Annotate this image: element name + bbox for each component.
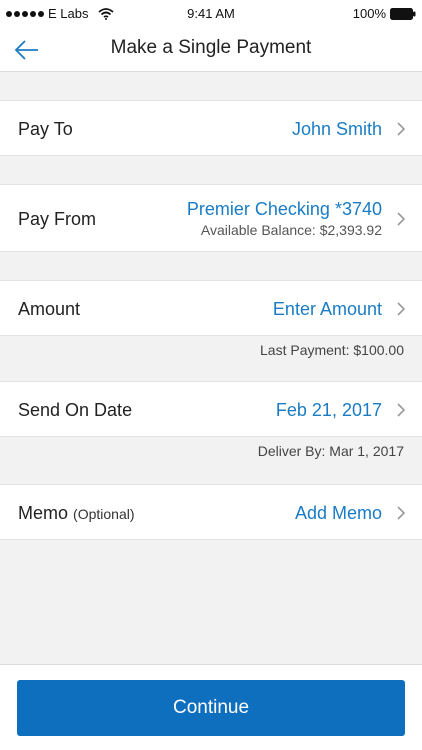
available-balance: Available Balance: $2,393.92 (200, 222, 382, 238)
pay-from-label: Pay From (18, 209, 97, 229)
chevron-right-icon (397, 212, 406, 226)
memo-optional-text: (Optional) (73, 506, 135, 522)
amount-row[interactable]: Amount Enter Amount (0, 280, 422, 336)
page-title: Make a Single Payment (110, 37, 312, 58)
pay-to-row[interactable]: Pay To John Smith (0, 100, 422, 156)
chevron-right-icon (397, 506, 406, 520)
send-on-date-row[interactable]: Send On Date Feb 21, 2017 (0, 381, 422, 437)
bottom-bar: Continue (0, 664, 422, 750)
pay-from-row[interactable]: Pay From Premier Checking *3740 Availabl… (0, 184, 422, 252)
memo-value: Add Memo (294, 503, 382, 523)
deliver-by-note: Deliver By: Mar 1, 2017 (257, 443, 404, 459)
battery-percent: 100% (352, 6, 386, 21)
send-on-date-label: Send On Date (18, 400, 133, 420)
pay-to-value: John Smith (291, 119, 382, 139)
memo-label: Memo (Optional) (18, 503, 135, 524)
memo-label-text: Memo (18, 503, 69, 523)
continue-button[interactable]: Continue (17, 680, 405, 736)
battery-icon (390, 7, 416, 20)
chevron-right-icon (397, 122, 406, 136)
amount-value: Enter Amount (272, 299, 382, 319)
status-bar: E Labs 9:41 AM 100% (0, 0, 422, 28)
memo-row[interactable]: Memo (Optional) Add Memo (0, 484, 422, 540)
nav-bar: Make a Single Payment (0, 28, 422, 72)
pay-to-label: Pay To (18, 119, 73, 139)
last-payment-note: Last Payment: $100.00 (260, 342, 404, 358)
chevron-right-icon (397, 403, 406, 417)
send-on-date-value: Feb 21, 2017 (275, 400, 382, 420)
pay-from-value: Premier Checking *3740 (186, 199, 382, 219)
status-right: 100% (353, 6, 416, 21)
amount-label: Amount (18, 299, 81, 319)
chevron-right-icon (397, 302, 406, 316)
